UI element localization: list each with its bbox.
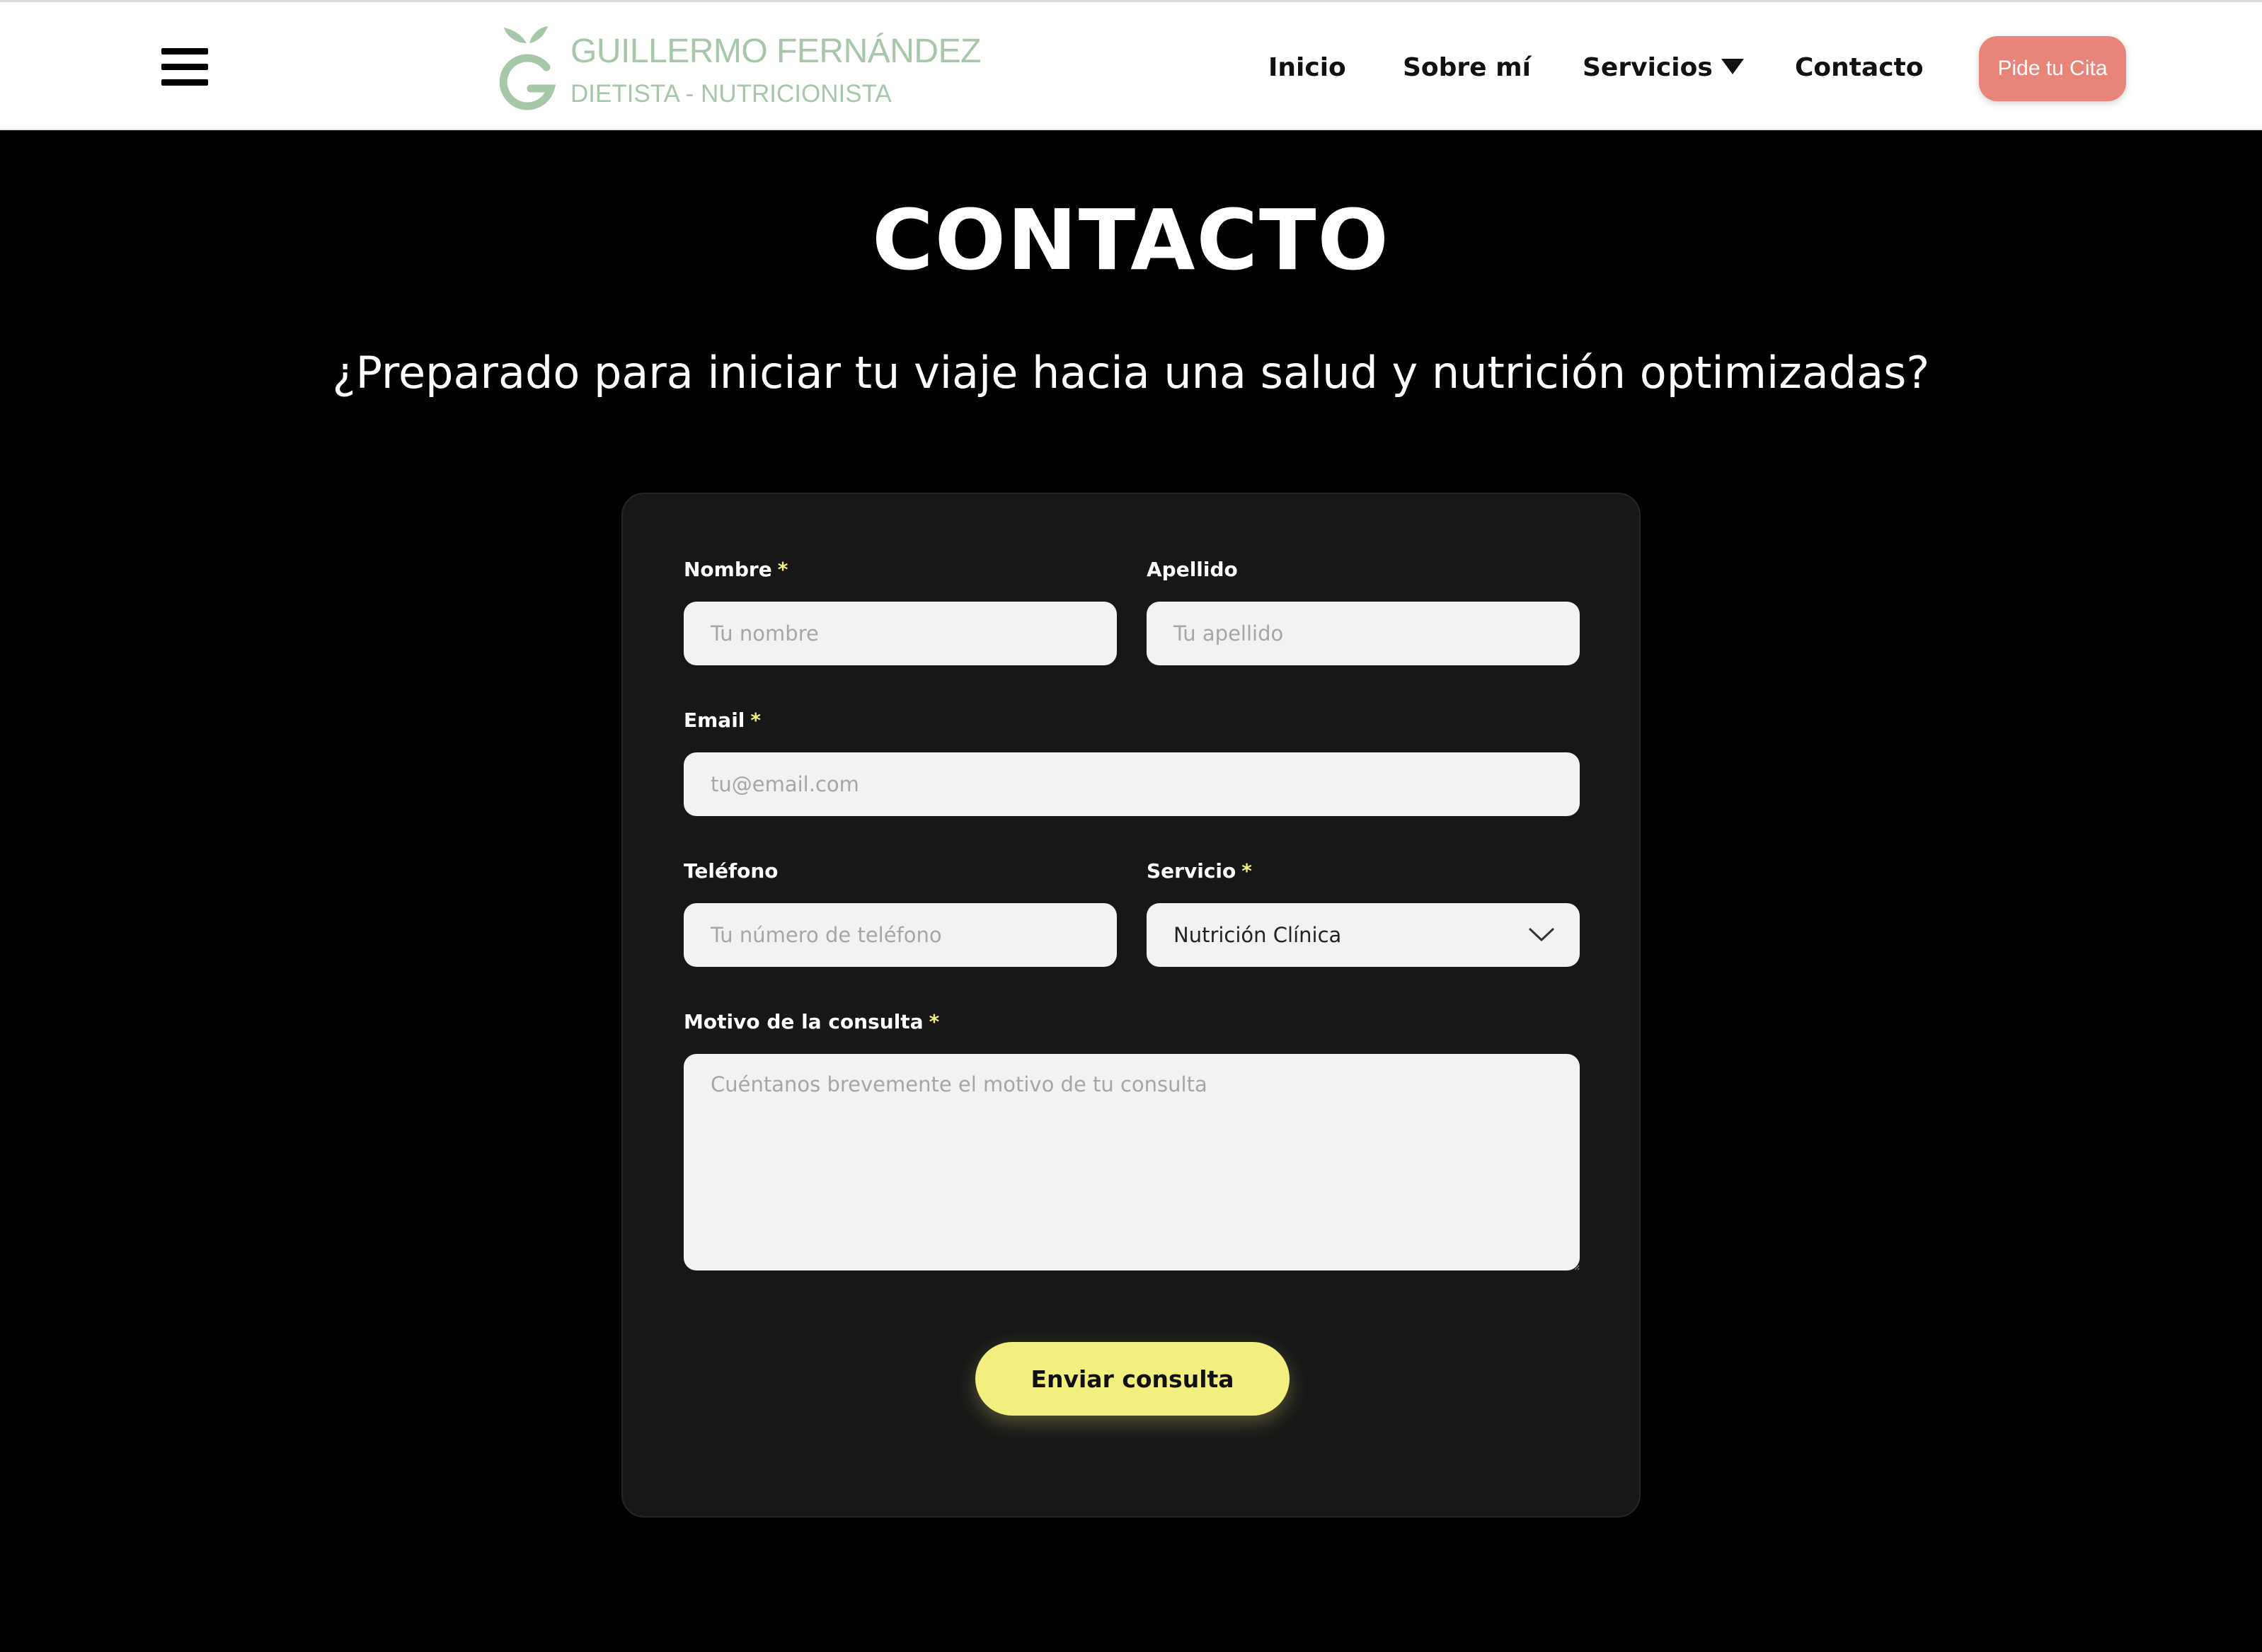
- contact-form-card: Nombre* Apellido Email* Teléfono Servici…: [621, 493, 1641, 1518]
- nav-servicios-label: Servicios: [1583, 53, 1713, 82]
- site-header: GUILLERMO FERNÁNDEZ DIETISTA - NUTRICION…: [0, 0, 2262, 130]
- email-label: Email *: [684, 709, 761, 732]
- motivo-textarea[interactable]: [684, 1054, 1580, 1270]
- required-marker: *: [929, 1010, 940, 1033]
- motivo-label: Motivo de la consulta *: [684, 1010, 939, 1033]
- nombre-input[interactable]: [684, 602, 1117, 665]
- servicio-selected-value: Nutrición Clínica: [1173, 923, 1342, 947]
- email-label-text: Email: [684, 709, 745, 732]
- apellido-input[interactable]: [1147, 602, 1580, 665]
- book-appointment-button[interactable]: Pide tu Cita: [1979, 36, 2126, 101]
- motivo-label-text: Motivo de la consulta: [684, 1010, 924, 1033]
- nav-contacto[interactable]: Contacto: [1795, 50, 1924, 86]
- page-subtitle: ¿Preparado para iniciar tu viaje hacia u…: [332, 347, 1930, 398]
- nav-sobre-mi[interactable]: Sobre mí: [1403, 50, 1531, 86]
- nombre-label: Nombre *: [684, 558, 788, 581]
- chevron-down-icon: [1528, 927, 1555, 942]
- apellido-label: Apellido: [1147, 558, 1238, 581]
- nav-servicios[interactable]: Servicios: [1583, 50, 1744, 86]
- main-nav: Inicio Sobre mí Servicios Contacto: [0, 50, 2262, 86]
- nav-inicio[interactable]: Inicio: [1268, 50, 1346, 86]
- servicio-select[interactable]: Nutrición Clínica: [1147, 903, 1580, 967]
- servicio-label: Servicio *: [1147, 859, 1252, 883]
- required-marker: *: [777, 558, 788, 581]
- caret-down-icon: [1721, 59, 1744, 74]
- nombre-label-text: Nombre: [684, 558, 772, 581]
- required-marker: *: [1241, 859, 1252, 883]
- telefono-label: Teléfono: [684, 859, 779, 883]
- page-title: CONTACTO: [872, 191, 1390, 289]
- servicio-label-text: Servicio: [1147, 859, 1236, 883]
- required-marker: *: [750, 709, 762, 732]
- email-input[interactable]: [684, 752, 1580, 816]
- submit-button[interactable]: Enviar consulta: [975, 1342, 1290, 1416]
- telefono-input[interactable]: [684, 903, 1117, 967]
